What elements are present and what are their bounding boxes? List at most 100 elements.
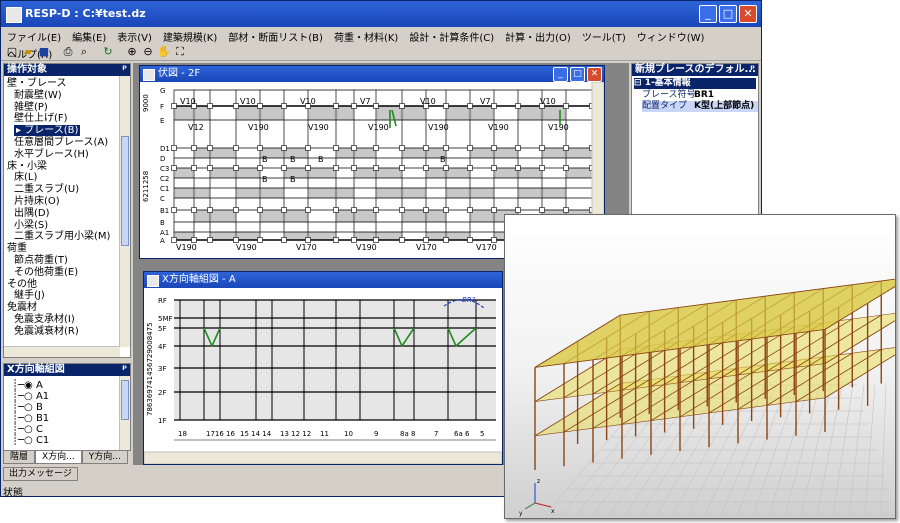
menu-edit[interactable]: 編集(E) (66, 27, 111, 44)
tree-item[interactable]: 壁・ブレース (7, 78, 67, 89)
menu-window[interactable]: ウィンドウ(W) (631, 27, 710, 44)
tree-item[interactable]: 免震材 (7, 302, 37, 313)
slab-panel (402, 147, 426, 159)
horizontal-scrollbar[interactable] (4, 346, 120, 357)
tree-item[interactable]: 床(L) (14, 172, 37, 183)
slab-panel (542, 147, 566, 159)
tab-y-axis[interactable]: Y方向... (81, 451, 128, 464)
maximize-button[interactable]: □ (570, 67, 585, 82)
tree-item[interactable]: その他荷重(E) (14, 267, 78, 278)
slab-panel (446, 231, 470, 241)
vertical-scrollbar[interactable] (119, 76, 130, 347)
elevation-scrollbar[interactable] (144, 451, 502, 464)
tree-item[interactable]: その他 (7, 279, 37, 290)
menu-calc-output[interactable]: 計算・出力(O) (499, 27, 576, 44)
close-button[interactable]: ✕ (739, 5, 757, 23)
slab-panel (174, 167, 194, 179)
axis-item[interactable]: ┊─◉ A (12, 380, 43, 391)
elevation-window-titlebar[interactable]: X方向軸組図 - A (144, 272, 502, 288)
column-node (563, 103, 569, 109)
menu-tools[interactable]: ツール(T) (576, 27, 631, 44)
fit-icon[interactable]: ⛶ (173, 45, 187, 58)
print-preview-icon[interactable]: ⌕ (77, 45, 91, 58)
property-section-title: 1-基本情報 (644, 78, 691, 88)
property-row[interactable]: 配置タイプ K型(上部節点) (642, 101, 758, 112)
menu-view[interactable]: 表示(V) (111, 27, 157, 44)
property-panel-header: 新規ブレースのデフォル... ᵖ (632, 64, 758, 76)
slab-panel (260, 187, 284, 199)
column-node (171, 237, 177, 243)
refresh-icon[interactable]: ↻ (101, 45, 115, 58)
tree-item[interactable]: 壁仕上げ(F) (14, 113, 68, 124)
tree-item[interactable]: 雑壁(P) (14, 102, 48, 113)
zoom-in-icon[interactable]: ⊕ (125, 45, 139, 58)
zoom-out-icon[interactable]: ⊖ (141, 45, 155, 58)
menu-member-section[interactable]: 部材・断面リスト(B) (222, 27, 328, 44)
property-value[interactable]: K型(上部節点) (694, 101, 754, 111)
property-value[interactable]: BR1 (694, 90, 714, 100)
tree-item[interactable]: 出隅(D) (14, 208, 50, 219)
menu-design-conditions[interactable]: 設計・計算条件(C) (403, 27, 499, 44)
pin-icon[interactable]: ᵖ (122, 364, 127, 376)
tree-item[interactable]: 免震減衰材(R) (14, 326, 79, 337)
collapse-icon[interactable]: ⊟ (634, 78, 645, 88)
maximize-button[interactable]: □ (719, 5, 737, 23)
pan-hand-icon[interactable]: ✋ (157, 45, 171, 58)
property-row[interactable]: ブレース符号BR1 (642, 90, 758, 101)
output-message-button[interactable]: 出力メッセージ (3, 467, 78, 481)
tree-item[interactable]: 水平ブレース(H) (14, 149, 89, 160)
print-icon[interactable]: ⎙ (61, 45, 75, 58)
open-folder-icon[interactable]: ▰ (21, 45, 35, 58)
axis-item[interactable]: ┊─○ C1 (12, 435, 49, 446)
window-title: RESP-D : C:¥test.dz (25, 7, 146, 20)
axis-scrollbar[interactable] (119, 376, 130, 450)
column-node (443, 103, 449, 109)
elevation-drawing[interactable]: RF 5MF 5F 4F 3F 2F 1F BR1 786369741456729008475 1… (144, 288, 502, 464)
axis-item[interactable]: ┊─○ C (12, 424, 43, 435)
slab-panel (308, 187, 336, 199)
minimize-button[interactable]: _ (699, 5, 717, 23)
pin-icon[interactable]: ᵖ (122, 64, 127, 76)
tab-floors[interactable]: 階層 (3, 451, 36, 464)
slab-panel (426, 209, 446, 223)
tab-x-axis[interactable]: X方向... (35, 451, 82, 464)
tree-item[interactable]: 耐震壁(W) (14, 90, 62, 101)
tree-item[interactable]: 免震支承材(I) (14, 314, 75, 325)
tree-item[interactable]: 片持床(O) (14, 196, 60, 207)
column-node (305, 145, 311, 151)
tree-item[interactable]: 荷重 (7, 243, 27, 254)
axis-item[interactable]: ┊─○ B (12, 402, 43, 413)
operation-target-panel: 操作対象 ᵖ 壁・ブレース 耐震壁(W) 雑壁(P) 壁仕上げ(F) ▸ ブレース(B) 任… (3, 63, 131, 358)
close-button[interactable]: ✕ (587, 67, 602, 82)
plan-window-titlebar[interactable]: 伏図 - 2F _ □ ✕ (140, 66, 604, 82)
tree-item[interactable]: 継手(J) (14, 290, 45, 301)
tree-item[interactable]: 小梁(S) (14, 220, 48, 231)
tree-item[interactable]: 床・小梁 (7, 161, 47, 172)
slab-panel (174, 105, 194, 121)
grid-label: D (160, 155, 165, 163)
scroll-thumb[interactable] (121, 380, 129, 420)
column-node (563, 165, 569, 171)
3d-model-render: z x y (504, 214, 896, 519)
property-section-header[interactable]: ⊟ 1-基本情報 (634, 78, 756, 89)
tree-item[interactable]: 節点荷重(T) (14, 255, 68, 266)
save-icon[interactable]: ■ (37, 45, 51, 58)
tree-item[interactable]: 任意層間ブレース(A) (14, 137, 108, 148)
title-bar[interactable]: RESP-D : C:¥test.dz _ □ ✕ (1, 1, 761, 27)
new-file-icon[interactable]: ▢ (5, 45, 19, 58)
menu-load-material[interactable]: 荷重・材料(K) (328, 27, 403, 44)
pin-icon[interactable]: ᵖ (750, 64, 755, 76)
scroll-thumb[interactable] (121, 136, 129, 246)
minimize-button[interactable]: _ (553, 67, 568, 82)
tree-item[interactable]: 二重スラブ(U) (14, 184, 79, 195)
menu-building-scale[interactable]: 建築規模(K) (157, 27, 222, 44)
tree-item[interactable]: ▸ ブレース(B) (14, 125, 81, 137)
axis-item[interactable]: ┊─○ B1 (12, 413, 49, 424)
column-node (171, 165, 177, 171)
tree-item[interactable]: 二重スラブ用小梁(M) (14, 231, 110, 242)
menu-file[interactable]: ファイル(E) (1, 27, 66, 44)
column-node (171, 103, 177, 109)
axis-item[interactable]: ┊─○ A1 (12, 391, 49, 402)
tree-item-label: 二重スラブ用小梁(M) (14, 231, 111, 243)
slab-panel (236, 105, 260, 121)
